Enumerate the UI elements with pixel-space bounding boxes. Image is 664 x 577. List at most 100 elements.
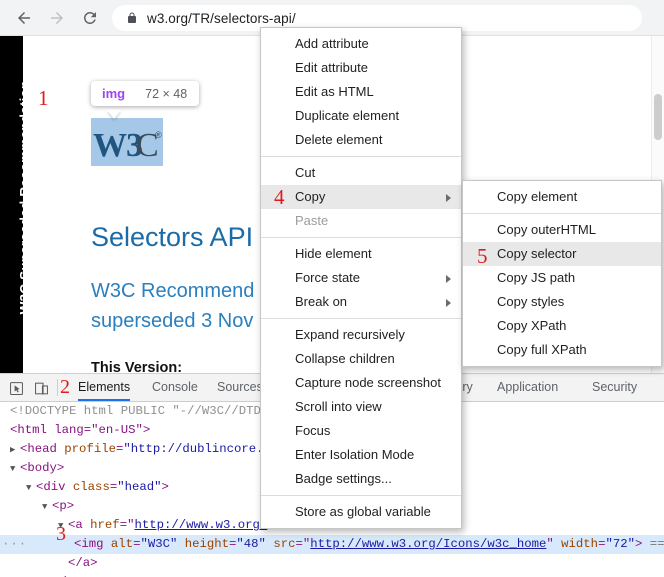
tab-application[interactable]: Application — [497, 374, 558, 401]
annotation-5: 5 — [477, 244, 488, 268]
back-button[interactable] — [12, 6, 36, 30]
img-attr-src: src — [273, 537, 296, 551]
page-subtitle-line1: W3C Recommend — [91, 280, 255, 302]
body-tag-text: <body> — [20, 461, 65, 475]
menu-item-break-on-label: Break on — [295, 294, 348, 309]
lock-icon — [126, 11, 138, 25]
menu-item-force-state-label: Force state — [295, 270, 361, 285]
reload-icon — [83, 11, 96, 24]
inspector-badge-arrow — [107, 110, 121, 119]
chevron-right-icon — [446, 275, 451, 283]
page-title: Selectors API L — [91, 222, 276, 252]
menu-item-capture-node-screenshot[interactable]: Capture node screenshot — [261, 371, 461, 395]
img-attr-width: width — [561, 537, 599, 551]
inspector-badge-dimensions: 72 × 48 — [145, 87, 188, 101]
submenu-item-copy-full-xpath[interactable]: Copy full XPath — [463, 338, 661, 362]
annotation-3: 3 — [56, 523, 66, 545]
menu-item-badge-settings[interactable]: Badge settings... — [261, 467, 461, 491]
w3c-logo[interactable]: W3 C ® — [91, 118, 163, 166]
menu-divider — [261, 318, 461, 319]
submenu-item-copy-xpath[interactable]: Copy XPath — [463, 314, 661, 338]
scroll-ellipsis: ··· — [2, 537, 28, 551]
forward-button[interactable] — [45, 6, 69, 30]
superseded-side-banner: W3C Superseded Recommendation — [0, 36, 33, 373]
collapse-triangle-icon[interactable]: ▼ — [10, 460, 20, 479]
browser-window: w3.org/TR/selectors-api/ W3C Superseded … — [0, 0, 664, 577]
img-attr-alt: alt — [110, 537, 134, 551]
menu-item-hide-element[interactable]: Hide element — [261, 242, 461, 266]
menu-item-add-attribute[interactable]: Add attribute — [261, 32, 461, 56]
doctype-text: <!DOCTYPE html PUBLIC "-//W3C//DTD HT — [10, 404, 284, 418]
device-toolbar-icon[interactable] — [31, 378, 51, 398]
submenu-item-copy-outerhtml[interactable]: Copy outerHTML — [463, 218, 661, 242]
head-attr-name: profile — [64, 442, 116, 456]
tab-console[interactable]: Console — [152, 374, 198, 401]
dom-line-a-close[interactable]: </a> — [0, 554, 664, 573]
head-attr-value: "http://dublincore.or — [123, 442, 279, 456]
svg-text:W3: W3 — [93, 127, 142, 164]
menu-item-force-state[interactable]: Force state — [261, 266, 461, 290]
img-val-width: "72" — [605, 537, 635, 551]
menu-item-enter-isolation-mode[interactable]: Enter Isolation Mode — [261, 443, 461, 467]
collapse-triangle-icon[interactable]: ▼ — [26, 479, 36, 498]
url-text: w3.org/TR/selectors-api/ — [147, 10, 296, 26]
w3c-logo-icon: W3 C ® — [93, 127, 162, 164]
menu-item-cut[interactable]: Cut — [261, 161, 461, 185]
div-tag-text: <div — [36, 480, 66, 494]
menu-item-store-as-global-variable[interactable]: Store as global variable — [261, 500, 461, 524]
menu-item-focus[interactable]: Focus — [261, 419, 461, 443]
inspect-element-icon[interactable] — [6, 378, 26, 398]
div-attr-name: class — [72, 480, 110, 494]
menu-item-copy-label: Copy — [295, 189, 326, 204]
img-val-src[interactable]: http://www.w3.org/Icons/w3c_home — [310, 537, 546, 551]
menu-item-scroll-into-view[interactable]: Scroll into view — [261, 395, 461, 419]
page-scrollbar-thumb[interactable] — [654, 94, 662, 140]
selected-node-marker: == $0 — [649, 537, 664, 551]
chevron-right-icon — [446, 194, 451, 202]
a-close-text: </a> — [68, 556, 98, 570]
img-val-height: "48" — [236, 537, 266, 551]
menu-item-edit-as-html[interactable]: Edit as HTML — [261, 80, 461, 104]
menu-item-collapse-children[interactable]: Collapse children — [261, 347, 461, 371]
tab-elements[interactable]: Elements — [78, 374, 131, 401]
menu-item-copy[interactable]: Copy — [261, 185, 461, 209]
menu-item-expand-recursively[interactable]: Expand recursively — [261, 323, 461, 347]
chevron-right-icon — [446, 299, 451, 307]
page-subtitle-line2: superseded 3 Nov — [91, 310, 254, 332]
tab-sources[interactable]: Sources — [217, 374, 263, 401]
context-menu[interactable]: Add attribute Edit attribute Edit as HTM… — [260, 27, 462, 529]
menu-item-delete-element[interactable]: Delete element — [261, 128, 461, 152]
submenu-item-copy-selector[interactable]: Copy selector — [463, 242, 661, 266]
tab-security[interactable]: Security — [592, 374, 637, 401]
dom-line-img-selected[interactable]: ··· <img alt="W3C" height="48" src="http:… — [0, 535, 664, 554]
a-attr-name: href — [90, 518, 120, 532]
submenu-item-copy-js-path[interactable]: Copy JS path — [463, 266, 661, 290]
menu-item-break-on[interactable]: Break on — [261, 290, 461, 314]
a-attr-value[interactable]: http://www.w3.org/ — [134, 518, 267, 532]
img-val-alt: "W3C" — [140, 537, 178, 551]
img-tag-text: <img — [74, 537, 104, 551]
arrow-right-icon — [51, 12, 63, 24]
expand-triangle-icon[interactable]: ▶ — [10, 441, 20, 460]
annotation-1: 1 — [38, 86, 49, 110]
menu-item-duplicate-element[interactable]: Duplicate element — [261, 104, 461, 128]
copy-submenu[interactable]: Copy element Copy outerHTML Copy selecto… — [462, 180, 662, 367]
img-attr-height: height — [184, 537, 230, 551]
menu-item-paste: Paste — [295, 213, 329, 228]
menu-item-edit-attribute[interactable]: Edit attribute — [261, 56, 461, 80]
menu-divider — [261, 156, 461, 157]
p-open-text: <p> — [52, 499, 75, 513]
submenu-item-copy-styles[interactable]: Copy styles — [463, 290, 661, 314]
this-version-label: This Version: — [91, 360, 183, 373]
annotation-4: 4 — [274, 185, 285, 209]
svg-text:®: ® — [155, 130, 162, 140]
collapse-triangle-icon[interactable]: ▼ — [42, 498, 52, 517]
head-tag-text: <head — [20, 442, 57, 456]
html-tag-text: <html lang="en-US"> — [10, 423, 151, 437]
inspector-badge: img 72 × 48 — [91, 81, 200, 106]
menu-divider — [261, 495, 461, 496]
submenu-item-copy-element[interactable]: Copy element — [463, 185, 661, 209]
dom-line-p-close[interactable]: </p> — [0, 573, 664, 577]
reload-button[interactable] — [78, 6, 102, 30]
inspector-badge-tag: img — [102, 86, 126, 101]
